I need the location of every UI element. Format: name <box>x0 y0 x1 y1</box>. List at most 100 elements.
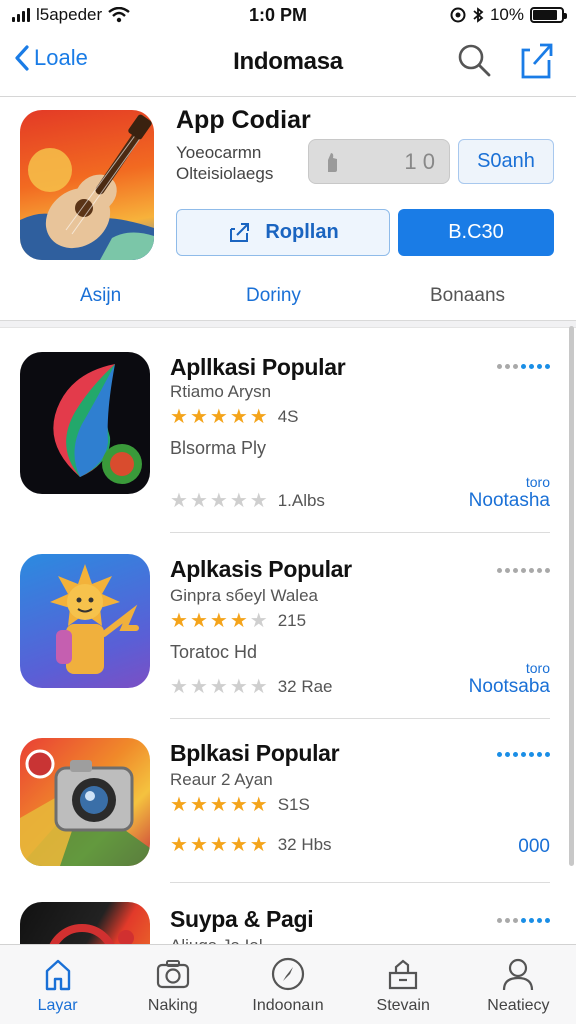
action-small-label: toro <box>525 474 550 490</box>
rating-stars: ★ ★ ★ ★ ★ 215 <box>170 608 306 633</box>
star-icon: ★ <box>170 406 188 428</box>
list-item[interactable]: Suypa & Pagi Aljuga Ja Ial <box>0 902 576 944</box>
half-star-icon: ★ <box>249 834 268 856</box>
tab-bar: Layar Naking Indoonaın Stevain Neatiecy <box>0 944 576 1024</box>
action-button[interactable]: Nootsaba <box>469 676 550 698</box>
lock-rotation-icon <box>450 7 466 23</box>
popular-button-label: Ropllan <box>265 221 339 243</box>
tab-indoonain[interactable]: Indoonaın <box>230 945 345 1024</box>
battery-icon <box>530 7 567 23</box>
popular-button[interactable]: Ropllan <box>176 209 390 256</box>
bag-icon <box>389 959 418 990</box>
star-icon: ★ <box>249 490 268 512</box>
app-subtitle: Ginpra sбeyl Walea <box>170 586 318 605</box>
star-icon: ★ <box>189 490 208 512</box>
back-button[interactable]: Loale <box>14 44 88 72</box>
app-icon-record <box>20 902 150 944</box>
signal-icon <box>12 8 30 22</box>
rating-count: 215 <box>277 610 307 630</box>
star-icon: ★ <box>209 794 228 816</box>
back-label: Loale <box>34 45 88 70</box>
bluetooth-icon <box>473 7 484 23</box>
app-description: Blsorma Ply <box>170 438 267 458</box>
tab-layar[interactable]: Layar <box>0 945 115 1024</box>
more-dots-icon[interactable] <box>497 918 550 923</box>
row-divider <box>170 718 550 719</box>
camera-icon <box>156 960 189 989</box>
app-title: Suypa & Pagi <box>170 906 314 932</box>
more-dots-icon[interactable] <box>497 568 550 573</box>
star-icon: ★ <box>229 676 248 698</box>
home-icon <box>45 959 70 991</box>
search-icon[interactable] <box>456 42 492 78</box>
star-icon: ★ <box>249 676 268 698</box>
tab-label: Neatiecy <box>487 997 550 1014</box>
row-divider <box>170 532 550 533</box>
app-subtitle: Aljuga Ja Ial <box>170 936 263 944</box>
battery-percent: 10% <box>489 5 524 24</box>
tab-neatiecy[interactable]: Neatiecy <box>461 945 576 1024</box>
featured-app-icon[interactable] <box>20 110 154 260</box>
secondary-rating: ★ ★ ★ ★ ★ 32 Hbs <box>170 832 332 857</box>
star-icon: ★ <box>209 406 228 428</box>
star-icon: ★ <box>229 794 248 816</box>
half-star-icon: ★ <box>249 794 268 816</box>
more-dots-icon[interactable] <box>497 752 550 757</box>
action-button[interactable]: 000 <box>518 836 550 858</box>
price-button[interactable]: B.C30 <box>398 209 554 256</box>
featured-search-button[interactable]: S0anh <box>458 139 554 184</box>
featured-app-subtitle: Yoeocarmn <box>176 143 262 162</box>
tab-stevain[interactable]: Stevain <box>346 945 461 1024</box>
star-icon: ★ <box>189 834 208 856</box>
star-icon: ★ <box>249 610 268 632</box>
star-icon: ★ <box>189 406 208 428</box>
secondary-rating-text: 32 Hbs <box>277 834 332 854</box>
star-icon: ★ <box>170 490 188 512</box>
tab-label: Layar <box>37 997 78 1014</box>
list-item[interactable]: Bplkasi Popular Reaur 2 Ayan ★ ★ ★ ★ ★ S1S ★… <box>0 738 576 883</box>
featured-rating-value: 1 0 <box>404 148 435 174</box>
star-icon: ★ <box>189 676 208 698</box>
app-description: Toratoc Hd <box>170 642 258 662</box>
tab-label: Naking <box>147 997 198 1014</box>
app-icon-camera <box>20 738 150 866</box>
share-box-icon <box>230 222 250 242</box>
tab-label: Indoonaın <box>252 997 324 1014</box>
chevron-left-icon <box>15 45 29 71</box>
row-divider <box>170 882 550 883</box>
star-icon: ★ <box>229 490 248 512</box>
rating-stars: ★ ★ ★ ★ ★ 4S <box>170 404 298 429</box>
more-dots-icon[interactable] <box>497 364 550 369</box>
wifi-icon <box>108 7 130 23</box>
status-left: Ɩ5apeder <box>12 5 212 25</box>
action-button[interactable]: Nootasha <box>469 490 550 512</box>
share-icon[interactable] <box>518 40 554 80</box>
segment-bonaans[interactable]: Bonaans <box>430 285 505 307</box>
app-title: Aplkasis Popular <box>170 556 352 582</box>
star-icon: ★ <box>229 834 248 856</box>
star-icon: ★ <box>209 834 228 856</box>
status-right: 10% <box>364 5 567 25</box>
rating-count: S1S <box>277 794 310 814</box>
star-icon: ★ <box>209 676 228 698</box>
secondary-rating: ★ ★ ★ ★ ★ 32 Rae <box>170 674 333 699</box>
list-item[interactable]: Apllkasi Popular Rtiamo Arysn ★ ★ ★ ★ ★ 4S B… <box>0 352 576 533</box>
segment-doriny[interactable]: Doriny <box>246 285 301 307</box>
featured-app-category: Olteisiolaegs <box>176 164 274 183</box>
thumb-icon <box>328 152 337 172</box>
tab-naking[interactable]: Naking <box>115 945 230 1024</box>
segment-asijn[interactable]: Asijn <box>80 285 121 307</box>
action-small-label: toro <box>525 660 550 676</box>
status-bar: Ɩ5apeder 1:0 PM 10% <box>0 0 576 30</box>
section-divider <box>0 320 576 328</box>
app-icon-character <box>20 554 150 688</box>
battery-fill <box>533 10 557 20</box>
star-icon: ★ <box>170 834 188 856</box>
app-title: Bplkasi Popular <box>170 740 340 766</box>
status-time: 1:0 PM <box>248 4 308 25</box>
star-icon: ★ <box>229 610 248 632</box>
star-icon: ★ <box>209 490 228 512</box>
secondary-rating-text: 1.Albs <box>277 490 325 510</box>
camera-icon <box>20 749 150 866</box>
list-item[interactable]: Aplkasis Popular Ginpra sбeyl Walea ★ ★ ★ ★… <box>0 554 576 719</box>
